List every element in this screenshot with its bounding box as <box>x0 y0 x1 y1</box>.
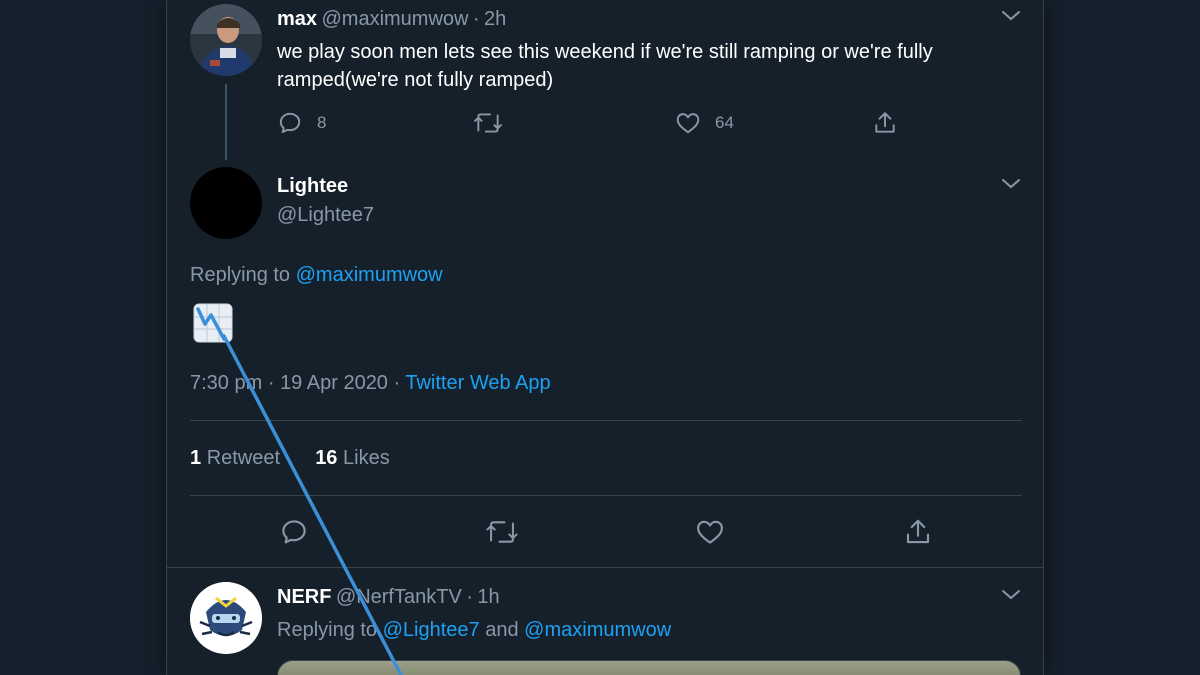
annotation-arrow-line <box>222 334 403 675</box>
tweet-thread-column: max @maximumwow · 2h we play soon men le… <box>166 0 1044 675</box>
